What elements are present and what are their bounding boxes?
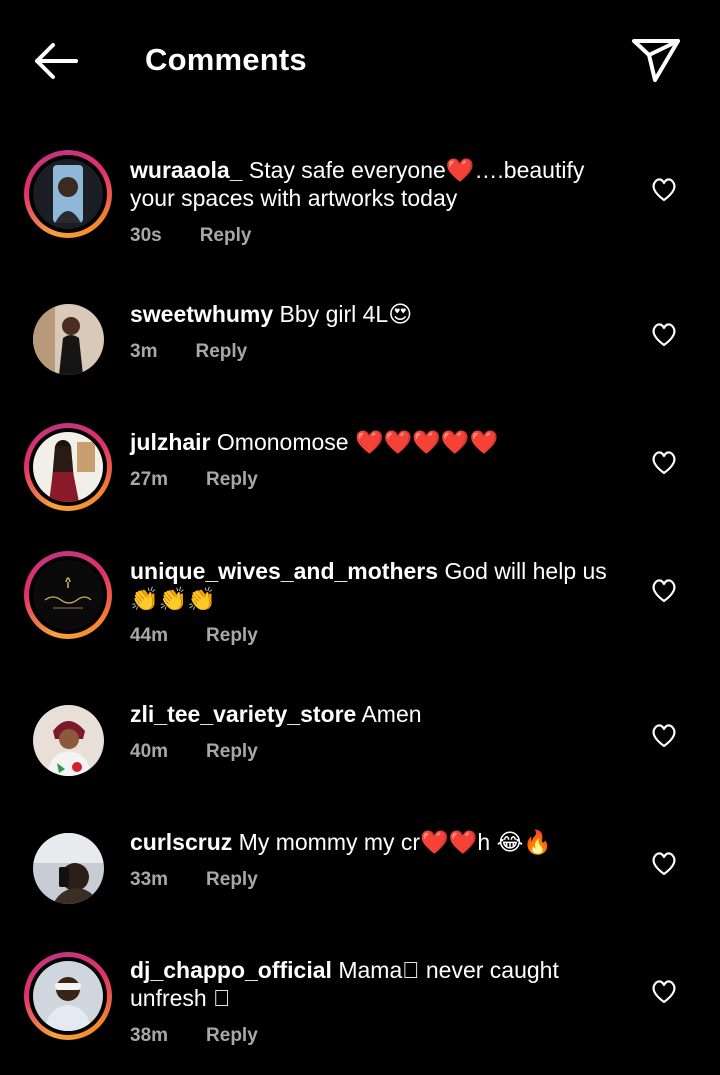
reply-button[interactable]: Reply [206, 625, 258, 647]
heart-icon [652, 451, 676, 475]
username[interactable]: julzhair [130, 429, 211, 455]
heart-icon [652, 724, 676, 748]
timestamp: 33m [130, 869, 169, 890]
comment-body-line2: unfresh 󾓦 [130, 985, 231, 1011]
like-button[interactable] [650, 851, 678, 877]
heart-icon [652, 579, 676, 603]
username[interactable]: unique_wives_and_mothers [130, 558, 438, 584]
comment-text: wuraaola_ Stay safe everyone❤️….beautify… [130, 156, 610, 212]
timestamp: 30s [130, 225, 162, 246]
comment-meta: 40m Reply [130, 741, 258, 763]
comment-meta: 33m Reply [130, 869, 258, 891]
reply-button[interactable]: Reply [200, 225, 252, 247]
like-button[interactable] [650, 578, 678, 604]
username[interactable]: dj_chappo_official [130, 957, 332, 983]
avatar[interactable] [24, 295, 112, 383]
reply-button[interactable]: Reply [206, 869, 258, 891]
comment-text: sweetwhumy Bby girl 4L😍 [130, 300, 610, 328]
comment-text: dj_chappo_official Mama󾓦 never caught un… [130, 956, 610, 1012]
heart-icon [652, 178, 676, 202]
comment-body: Bby girl 4L😍 [279, 301, 413, 327]
like-button[interactable] [650, 723, 678, 749]
page-title: Comments [145, 42, 307, 77]
comment-text: julzhair Omonomose ❤️❤️❤️❤️❤️ [130, 428, 610, 456]
heart-icon [652, 323, 676, 347]
reply-button[interactable]: Reply [206, 469, 258, 491]
username[interactable]: curlscruz [130, 829, 232, 855]
avatar[interactable] [24, 824, 112, 912]
comment-body: Mama󾓦 never caught [338, 957, 559, 983]
arrow-left-icon [35, 43, 78, 79]
timestamp: 44m [130, 625, 169, 646]
comment-body: Amen [361, 701, 422, 727]
comment-body: God will help us [444, 558, 607, 584]
timestamp: 3m [130, 341, 158, 362]
comment-meta: 27m Reply [130, 469, 258, 491]
username[interactable]: wuraaola_ [130, 157, 243, 183]
timestamp: 38m [130, 1025, 169, 1046]
avatar[interactable] [24, 423, 112, 511]
username[interactable]: zli_tee_variety_store [130, 701, 356, 727]
comment-text: unique_wives_and_mothers God will help u… [130, 557, 610, 614]
paper-plane-icon [632, 39, 680, 82]
comment-body: Omonomose ❤️❤️❤️❤️❤️ [216, 429, 499, 455]
avatar[interactable] [24, 551, 112, 639]
comment-body-line2: 👏👏👏 [130, 587, 216, 613]
comment-body-line2: your spaces with artworks today [130, 185, 458, 211]
avatar[interactable] [24, 150, 112, 238]
top-bar: Comments [0, 0, 720, 122]
heart-icon [652, 852, 676, 876]
comment-meta: 30s Reply [130, 225, 251, 247]
like-button[interactable] [650, 979, 678, 1005]
comment-body: Stay safe everyone❤️….beautify [248, 157, 585, 183]
like-button[interactable] [650, 177, 678, 203]
comment-body: My mommy my cr❤️❤️h 😂🔥 [238, 829, 553, 855]
avatar[interactable] [24, 696, 112, 784]
comment-text: zli_tee_variety_store Amen [130, 700, 610, 728]
reply-button[interactable]: Reply [195, 341, 247, 363]
comment-meta: 38m Reply [130, 1025, 258, 1047]
reply-button[interactable]: Reply [206, 741, 258, 763]
back-button[interactable] [26, 38, 86, 84]
like-button[interactable] [650, 322, 678, 348]
heart-icon [652, 980, 676, 1004]
avatar[interactable] [24, 952, 112, 1040]
timestamp: 40m [130, 741, 169, 762]
username[interactable]: sweetwhumy [130, 301, 273, 327]
comment-meta: 3m Reply [130, 341, 247, 363]
share-button[interactable] [628, 34, 684, 86]
timestamp: 27m [130, 469, 169, 490]
comment-meta: 44m Reply [130, 625, 258, 647]
reply-button[interactable]: Reply [206, 1025, 258, 1047]
like-button[interactable] [650, 450, 678, 476]
comment-text: curlscruz My mommy my cr❤️❤️h 😂🔥 [130, 828, 610, 856]
